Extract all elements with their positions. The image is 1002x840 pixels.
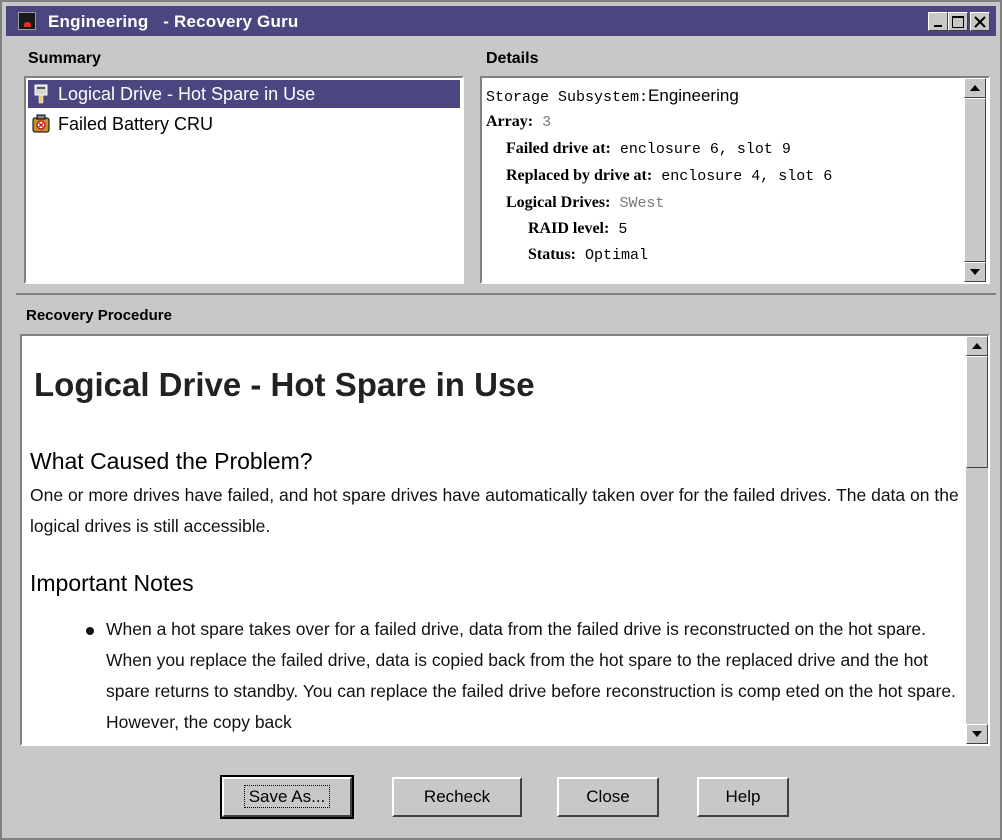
details-scrollbar[interactable] <box>964 78 986 282</box>
help-button[interactable]: Help <box>697 777 789 817</box>
detail-failed-drive: Failed drive at: enclosure 6, slot 9 <box>506 140 791 158</box>
arrow-up-icon <box>970 85 980 91</box>
arrow-down-icon <box>970 269 980 275</box>
summary-item-failed-battery[interactable]: Failed Battery CRU <box>28 110 460 138</box>
detail-storage-subsystem: Storage Subsystem:Engineering <box>486 86 739 106</box>
title-bar[interactable]: Engineering - Recovery Guru <box>6 6 996 36</box>
close-window-button[interactable] <box>970 12 990 31</box>
summary-item-label: Failed Battery CRU <box>58 114 214 134</box>
procedure-title: Logical Drive - Hot Spare in Use <box>34 366 535 403</box>
recovery-guru-window: Engineering - Recovery Guru Summary Logi… <box>0 0 1002 840</box>
scroll-thumb[interactable] <box>966 356 988 468</box>
close-icon <box>974 16 986 28</box>
maximize-button[interactable] <box>948 12 968 31</box>
detail-raid-level: RAID level: 5 <box>528 220 628 238</box>
detail-replaced-by: Replaced by drive at: enclosure 4, slot … <box>506 167 833 185</box>
close-button[interactable]: Close <box>557 777 659 817</box>
scroll-down-button[interactable] <box>966 724 988 744</box>
scroll-up-button[interactable] <box>966 336 988 356</box>
summary-list: Logical Drive - Hot Spare in Use Failed … <box>24 76 464 284</box>
save-as-button[interactable]: Save As... <box>220 775 354 819</box>
note-item: When a hot spare takes over for a failed… <box>86 614 964 738</box>
procedure-panel: Logical Drive - Hot Spare in Use What Ca… <box>20 334 990 746</box>
procedure-header: Recovery Procedure <box>26 307 172 324</box>
arrow-down-icon <box>972 731 982 737</box>
app-icon[interactable] <box>18 12 36 30</box>
window-title: Engineering - Recovery Guru <box>48 12 299 31</box>
scroll-down-button[interactable] <box>964 262 986 282</box>
summary-item-label: Logical Drive - Hot Spare in Use <box>58 84 316 104</box>
cause-heading: What Caused the Problem? <box>30 448 313 474</box>
procedure-scrollbar[interactable] <box>966 336 988 744</box>
recheck-button[interactable]: Recheck <box>392 777 522 817</box>
details-panel: Storage Subsystem:Engineering Array: 3 F… <box>480 76 990 284</box>
detail-array: Array: 3 <box>486 113 552 131</box>
summary-item-hot-spare[interactable]: Logical Drive - Hot Spare in Use <box>28 80 460 108</box>
minimize-button[interactable] <box>928 12 948 31</box>
scroll-up-button[interactable] <box>964 78 986 98</box>
detail-logical-drives: Logical Drives: SWest <box>506 194 665 212</box>
summary-header: Summary <box>28 50 101 67</box>
cause-text: One or more drives have failed, and hot … <box>30 485 959 536</box>
detail-status: Status: Optimal <box>528 246 649 264</box>
details-header: Details <box>486 50 539 67</box>
hot-spare-drive-icon <box>34 84 48 104</box>
bullet-icon <box>86 627 94 635</box>
battery-warning-icon <box>32 114 50 133</box>
notes-heading: Important Notes <box>30 570 194 596</box>
scroll-thumb[interactable] <box>964 98 986 262</box>
pane-divider[interactable] <box>16 293 996 295</box>
arrow-up-icon <box>972 343 982 349</box>
